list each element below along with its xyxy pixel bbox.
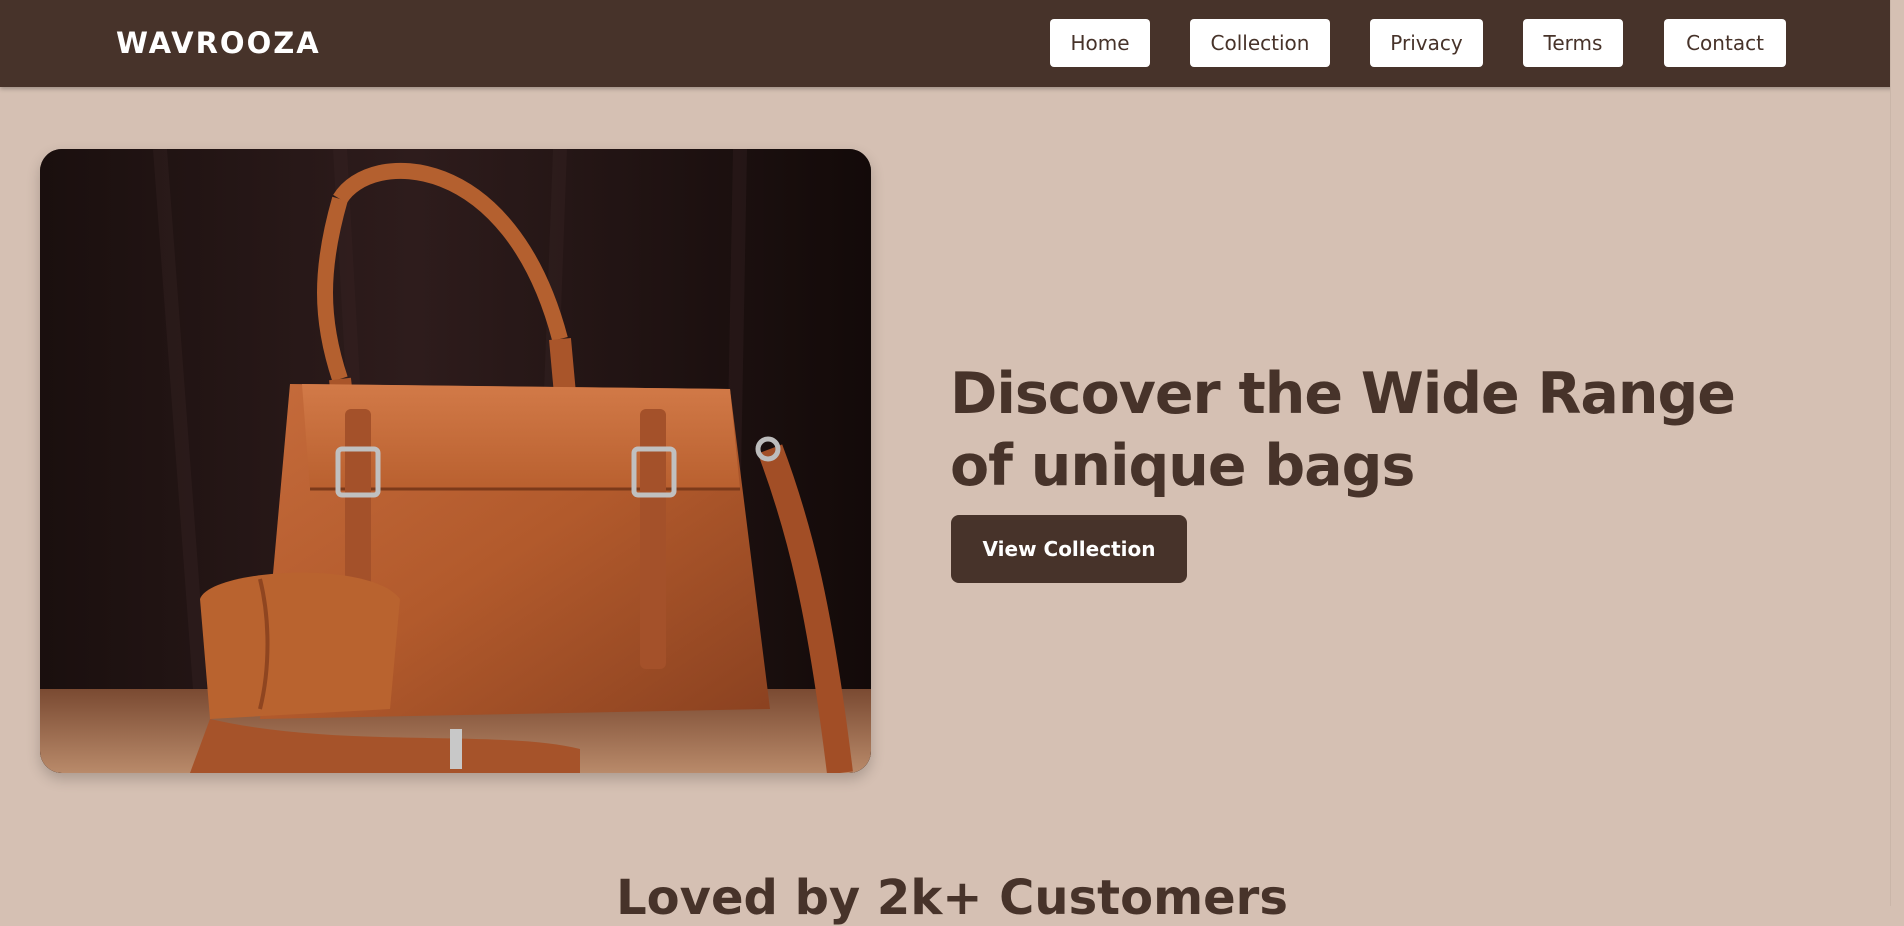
nav-terms-button[interactable]: Terms bbox=[1523, 19, 1623, 67]
nav-home-button[interactable]: Home bbox=[1050, 19, 1150, 67]
nav-contact-button[interactable]: Contact bbox=[1664, 19, 1786, 67]
hero-title: Discover the Wide Range of unique bags bbox=[950, 361, 1736, 499]
site-header: WAVROOZA Home Collection Privacy Terms C… bbox=[0, 0, 1904, 87]
nav-collection-button[interactable]: Collection bbox=[1190, 19, 1330, 67]
page-scrollbar[interactable] bbox=[1890, 0, 1904, 906]
brand-logo[interactable]: WAVROOZA bbox=[116, 26, 321, 60]
leather-bag-illustration bbox=[40, 149, 871, 773]
testimonials-heading: Loved by 2k+ Customers bbox=[616, 870, 1288, 926]
nav-privacy-button[interactable]: Privacy bbox=[1370, 19, 1483, 67]
view-collection-button[interactable]: View Collection bbox=[951, 515, 1187, 583]
hero-bag-image bbox=[40, 149, 871, 773]
